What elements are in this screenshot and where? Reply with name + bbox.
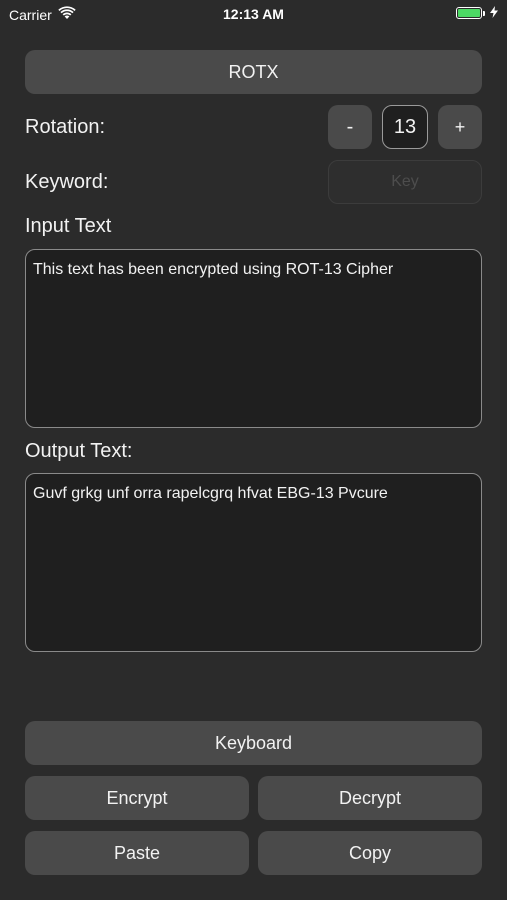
rotation-decrement-button[interactable]: -	[328, 105, 372, 149]
copy-button[interactable]: Copy	[258, 831, 482, 875]
encrypt-button[interactable]: Encrypt	[25, 776, 249, 820]
battery-icon	[456, 7, 485, 19]
status-time: 12:13 AM	[223, 6, 284, 22]
decrypt-button[interactable]: Decrypt	[258, 776, 482, 820]
input-text-label: Input Text	[25, 215, 112, 237]
output-textarea[interactable]: Guvf grkg unf orra rapelcgrq hfvat EBG-1…	[25, 473, 482, 652]
keyword-input[interactable]	[328, 160, 482, 204]
output-text-label: Output Text:	[25, 440, 133, 462]
keyboard-button[interactable]: Keyboard	[25, 721, 482, 765]
bolt-icon	[490, 5, 498, 21]
status-right	[456, 5, 498, 21]
paste-button[interactable]: Paste	[25, 831, 249, 875]
status-bar: Carrier 12:13 AM	[0, 0, 507, 28]
input-textarea[interactable]: This text has been encrypted using ROT-1…	[25, 249, 482, 428]
rotation-label: Rotation:	[25, 116, 106, 138]
rotation-increment-button[interactable]: +	[438, 105, 482, 149]
rotx-button[interactable]: ROTX	[25, 50, 482, 94]
keyword-label: Keyword:	[25, 171, 109, 193]
rotation-value[interactable]: 13	[382, 105, 428, 149]
battery-fill	[458, 9, 480, 17]
output-text-value: Guvf grkg unf orra rapelcgrq hfvat EBG-1…	[33, 485, 388, 502]
input-text-value: This text has been encrypted using ROT-1…	[33, 261, 394, 278]
